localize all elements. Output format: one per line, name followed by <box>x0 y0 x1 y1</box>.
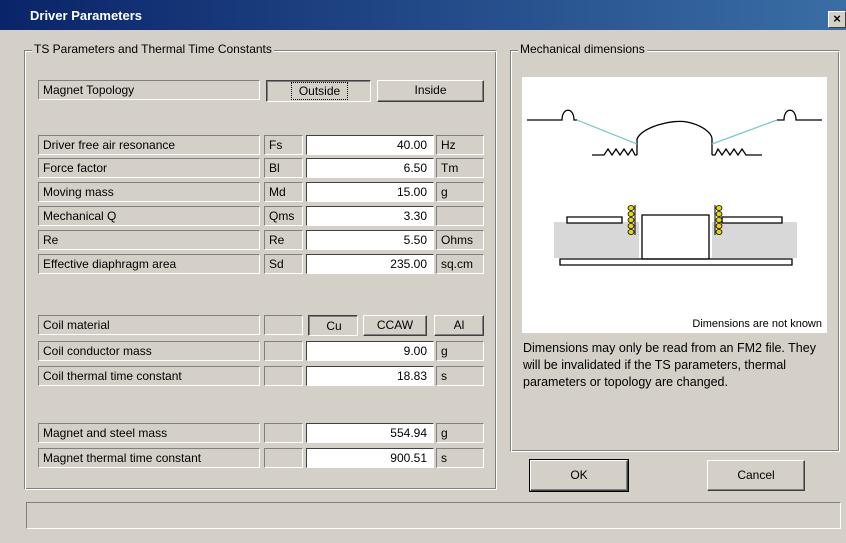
coil-mass-label: Coil conductor mass <box>38 341 260 361</box>
param-label-fs: Driver free air resonance <box>38 135 260 155</box>
driver-cross-section-svg: Dimensions are not known <box>527 109 822 330</box>
param-symbol-sd: Sd <box>264 254 303 274</box>
coil-time-constant-unit: s <box>436 366 484 386</box>
param-label-re: Re <box>38 230 260 250</box>
left-magnet <box>554 222 639 258</box>
coil-time-constant-label: Coil thermal time constant <box>38 366 260 386</box>
window-title: Driver Parameters <box>30 8 143 23</box>
copper-button[interactable]: Cu <box>308 315 358 336</box>
param-label-md: Moving mass <box>38 182 260 202</box>
ccaw-button[interactable]: CCAW <box>363 315 427 336</box>
magnet-mass-value-field[interactable]: 554.94 <box>306 423 434 443</box>
pole-piece <box>641 214 710 259</box>
param-label-bl: Force factor <box>38 158 260 178</box>
coil-mass-symbol-blank <box>264 341 303 361</box>
param-symbol-re: Re <box>264 230 303 250</box>
right-top-plate <box>721 216 783 224</box>
fs-value-field[interactable]: 40.00 <box>306 135 434 155</box>
right-surround <box>777 109 822 121</box>
coil-mass-value-field[interactable]: 9.00 <box>306 341 434 361</box>
coil-material-label: Coil material <box>38 315 260 335</box>
magnet-time-constant-value-field[interactable]: 900.51 <box>306 448 434 468</box>
magnet-mass-symbol-blank <box>264 423 303 443</box>
coil-material-symbol-blank <box>264 315 303 335</box>
left-coil-turn-4 <box>627 223 635 229</box>
left-suspension-line <box>576 119 638 145</box>
sd-value-field[interactable]: 235.00 <box>306 254 434 274</box>
left-spider <box>592 147 637 157</box>
left-coil-turn-3 <box>627 217 635 223</box>
outside-topology-label: Outside <box>290 82 349 100</box>
driver-cross-section-diagram: Dimensions are not known <box>522 77 827 333</box>
right-magnet <box>712 222 797 258</box>
param-label-qms: Mechanical Q <box>38 206 260 226</box>
left-surround <box>527 109 577 121</box>
param-symbol-fs: Fs <box>264 135 303 155</box>
right-coil-turn-5 <box>715 229 723 235</box>
left-coil-turn-1 <box>627 205 635 211</box>
param-label-sd: Effective diaphragm area <box>38 254 260 274</box>
inside-topology-button[interactable]: Inside <box>377 80 484 102</box>
left-coil-turn-2 <box>627 211 635 217</box>
param-unit-bl: Tm <box>436 158 484 178</box>
param-symbol-qms: Qms <box>264 206 303 226</box>
param-symbol-bl: Bl <box>264 158 303 178</box>
magnet-time-constant-unit: s <box>436 448 484 468</box>
re-value-field[interactable]: 5.50 <box>306 230 434 250</box>
ts-parameters-legend: TS Parameters and Thermal Time Constants <box>32 42 274 56</box>
param-unit-qms <box>436 206 484 226</box>
magnet-mass-unit: g <box>436 423 484 443</box>
magnet-mass-label: Magnet and steel mass <box>38 423 260 443</box>
magnet-time-constant-label: Magnet thermal time constant <box>38 448 260 468</box>
param-unit-md: g <box>436 182 484 202</box>
status-bar <box>26 502 841 529</box>
qms-value-field[interactable]: 3.30 <box>306 206 434 226</box>
magnet-topology-label: Magnet Topology <box>38 80 260 100</box>
left-top-plate <box>566 216 623 224</box>
copper-button-label: Cu <box>326 319 342 333</box>
param-unit-sd: sq.cm <box>436 254 484 274</box>
right-coil-turn-3 <box>715 217 723 223</box>
bl-value-field[interactable]: 6.50 <box>306 158 434 178</box>
right-coil-turn-2 <box>715 211 723 217</box>
coil-time-constant-symbol-blank <box>264 366 303 386</box>
right-coil-turn-1 <box>715 205 723 211</box>
right-spider <box>712 147 762 157</box>
coil-time-constant-value-field[interactable]: 18.83 <box>306 366 434 386</box>
right-coil-turn-4 <box>715 223 723 229</box>
right-suspension-line <box>711 119 778 145</box>
param-unit-fs: Hz <box>436 135 484 155</box>
dimensions-note: Dimensions may only be read from an FM2 … <box>523 341 816 389</box>
md-value-field[interactable]: 15.00 <box>306 182 434 202</box>
diagram-caption: Dimensions are not known <box>692 318 822 330</box>
left-coil-turn-5 <box>627 229 635 235</box>
dust-cap-dome <box>636 120 713 155</box>
close-button[interactable]: × <box>828 11 846 28</box>
ok-button[interactable]: OK <box>529 459 629 492</box>
magnet-time-constant-symbol-blank <box>264 448 303 468</box>
coil-mass-unit: g <box>436 341 484 361</box>
outside-topology-button[interactable]: Outside <box>266 80 371 102</box>
param-unit-re: Ohms <box>436 230 484 250</box>
aluminium-button[interactable]: Al <box>434 315 484 336</box>
back-plate <box>559 258 793 266</box>
cancel-button[interactable]: Cancel <box>707 460 805 491</box>
param-symbol-md: Md <box>264 182 303 202</box>
mechanical-dimensions-legend: Mechanical dimensions <box>518 42 647 56</box>
